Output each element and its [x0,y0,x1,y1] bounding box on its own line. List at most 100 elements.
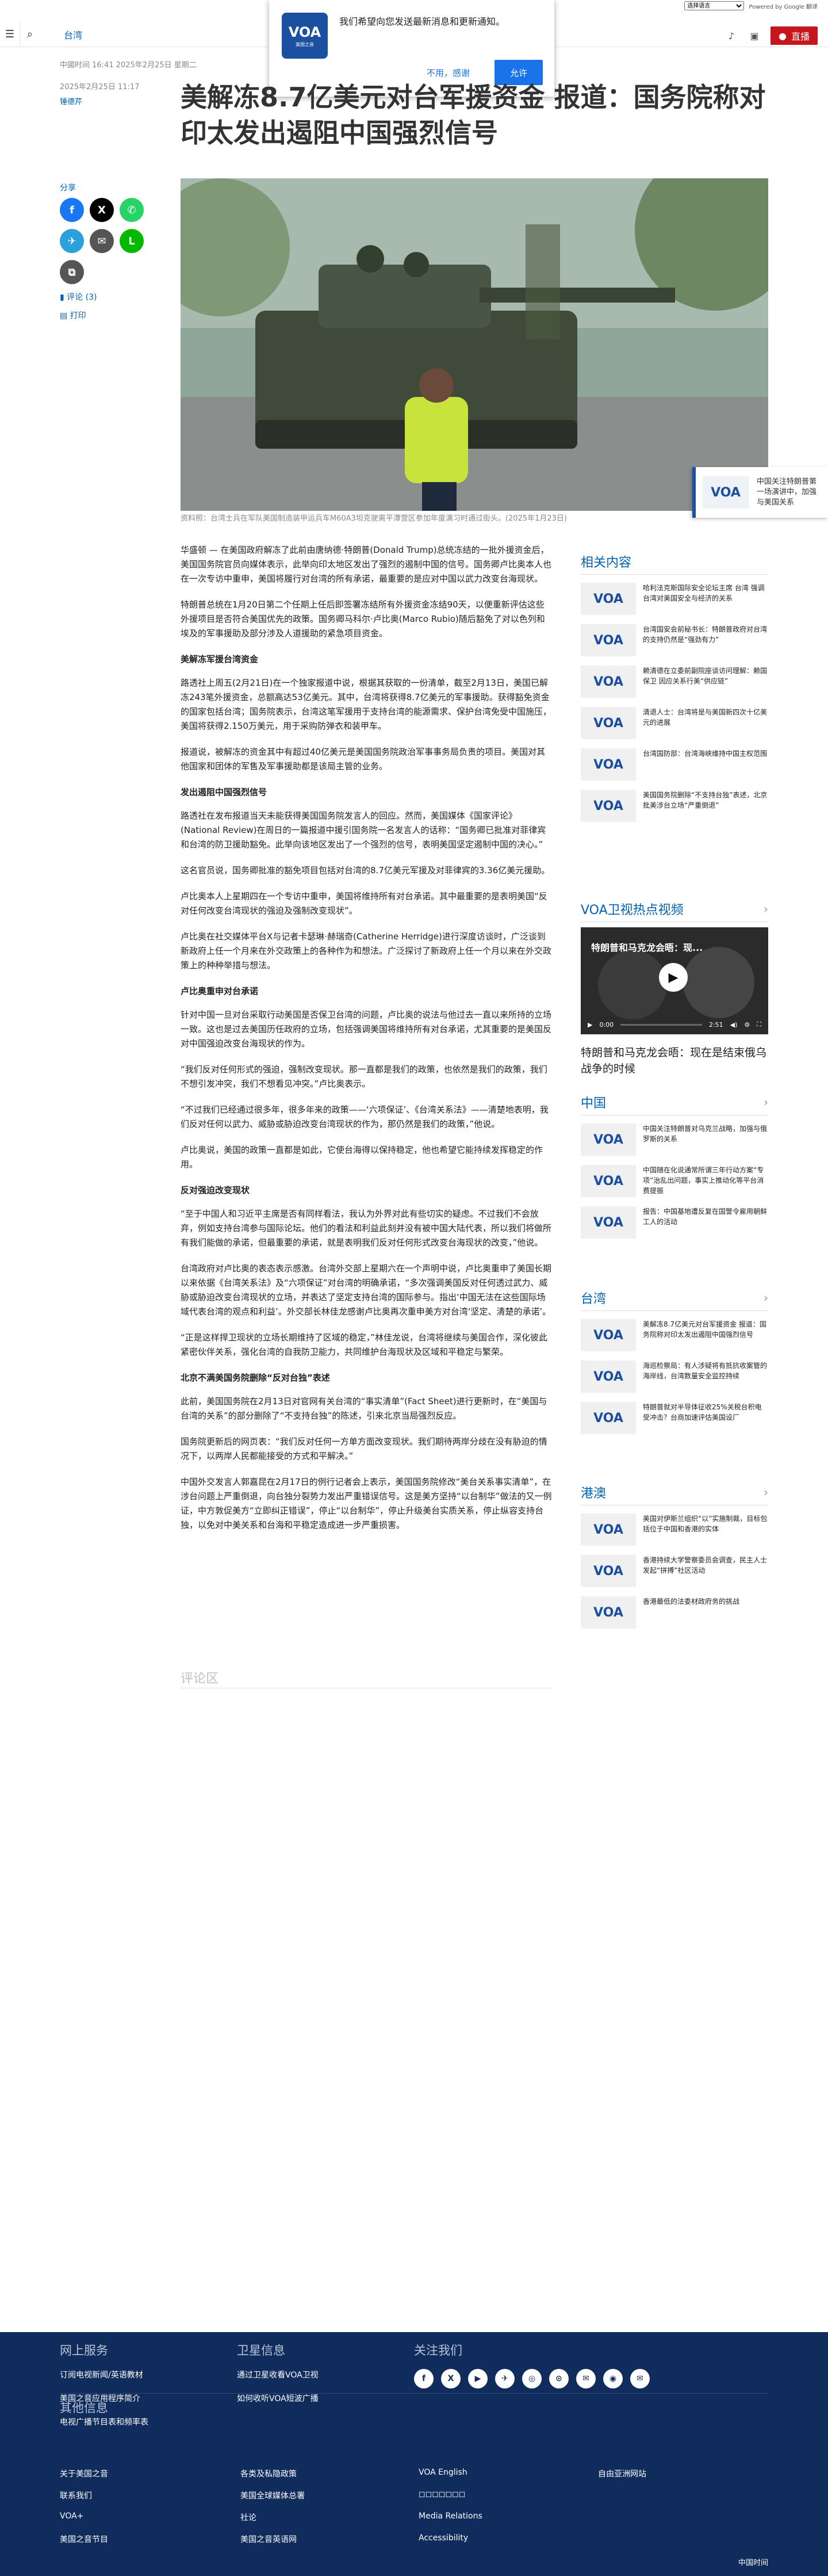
seek-bar[interactable] [620,1023,702,1026]
rss-icon[interactable]: ◉ [603,2369,623,2388]
chevron-right-icon: › [764,902,768,916]
list-item-title: 美解冻8.7亿美元对台军援资金 报道：国务院称对印太发出遏阻中国强烈信号 [643,1320,766,1339]
list-item[interactable]: VOA 香港最低的法委材政府务的挑战 [581,1596,768,1629]
footer-link[interactable]: 社论 [240,2512,256,2523]
newsletter-icon[interactable]: ✉ [630,2369,650,2388]
list-item-title: 美国对伊斯兰组织“以”实施制裁，目标包括位于中国和香港的实体 [643,1515,768,1533]
live-button[interactable]: ● 直播 [770,26,818,45]
list-item[interactable]: VOA 清退人士：台湾将是与美国新四次十亿美元的进展 [581,707,768,739]
list-item[interactable]: VOA 美国国务院删除“不支持台独”表述，北京批美涉台立场“严重倒退” [581,790,768,822]
article-paragraph: “我们反对任何形式的强迫，强制改变现状。那一直都是我们的政策，也依然是我们的政策… [181,1064,547,1089]
list-item[interactable]: VOA 美国对伊斯兰组织“以”实施制裁，目标包括位于中国和香港的实体 [581,1514,768,1546]
list-item[interactable]: VOA 台湾国防部：台湾海峡维持中国主权范围 [581,748,768,781]
list-item[interactable]: VOA 报告：中国基地遭反复在国警令雇用朝鲜工人的活动 [581,1206,768,1239]
footer-link[interactable]: VOA+ [60,2512,83,2521]
article-paragraph: 特朗普总统在1月20日第二个任期上任后即签署冻结所有外援资金冻结90天，以便重新… [181,599,545,639]
hongkong-heading[interactable]: 港澳 › [581,1483,768,1505]
footer-link[interactable]: ◻◻◻◻◻◻◻ [419,2490,465,2499]
list-item[interactable]: VOA 中国关注特朗普对乌克兰战略，加强与俄罗斯的关系 [581,1123,768,1156]
nav-section-taiwan[interactable]: 台湾 [64,28,82,41]
time-current: 0:00 [599,1021,614,1029]
chevron-right-icon: › [764,1291,768,1305]
copy-link-icon[interactable]: ⧉ [60,260,84,284]
list-item-title: 特朗普就对半导体征收25%关税台积电受冲击？台商加速评估美国设厂 [643,1403,762,1421]
footer-link[interactable]: Media Relations [419,2512,482,2521]
footer-link[interactable]: VOA English [419,2468,467,2477]
list-item[interactable]: VOA 哈利法克斯国际安全论坛主席 台湾 强调台湾对美国安全与经济的关系 [581,583,768,615]
instagram-icon[interactable]: ◎ [522,2369,542,2388]
article-subheading: 北京不满美国务院删除“反对台独”表述 [181,1373,330,1383]
article-paragraph: 华盛顿 — 在美国政府解冻了此前由唐纳德·特朗普(Donald Trump)总统… [181,545,552,584]
facebook-share-icon[interactable]: f [60,198,84,222]
volume-icon[interactable]: ◀) [730,1021,738,1029]
footer-link[interactable]: 美国全球媒体总署 [240,2490,305,2501]
promo-card[interactable]: VOA 中国关注特朗普第一场演讲中，加强与美国关系 [692,467,828,518]
list-item[interactable]: VOA 海巡检察局：有人涉疑将有抵抗收案管的海岸线，台湾数量安全监控持续 [581,1360,768,1393]
audio-icon[interactable]: ♪ [724,30,738,41]
email-share-icon[interactable]: ✉ [90,229,114,253]
x-icon[interactable]: X [441,2369,461,2388]
email-icon[interactable]: ✉ [576,2369,596,2388]
footer-heading: 关注我们 [414,2344,462,2357]
article-paragraph: 国务院更新后的网页表：“我们反对任何一方单方面改变现状。我们期待两岸分歧在没有胁… [181,1436,547,1461]
whatsapp-share-icon[interactable]: ✆ [120,198,144,222]
footer-link[interactable]: 美国之音节目 [60,2533,108,2545]
promo-accent-bar [692,467,696,518]
x-share-icon[interactable]: X [90,198,114,222]
voa-logo: VOA [581,1319,636,1351]
tank-photo [181,178,768,511]
list-item[interactable]: VOA 特朗普就对半导体征收25%关税台积电受冲击？台商加速评估美国设厂 [581,1402,768,1434]
article-paragraph: 卢比奥本人上星期四在一个专访中重申，美国将维持所有对台承诺。其中最重要的是表明美… [181,891,547,916]
footer-link[interactable]: 美国之音英语网 [240,2533,297,2545]
footer-link[interactable]: 联系我们 [60,2490,92,2501]
taiwan-heading[interactable]: 台湾 › [581,1289,768,1311]
video-player[interactable]: 特朗普和马克龙会晤：现... ▶ ▶ 0:00 2:51 ◀) ⚙ ⛶ [581,927,768,1034]
footer-link[interactable]: 如何收听VOA短波广播 [237,2392,319,2404]
youtube-icon[interactable]: ▶ [468,2369,488,2388]
share-label: 分享 [60,184,76,193]
article-paragraph: “至于中国人和习近平主席是否有同样看法，我认为外界对此有些切实的疑虑。不过我们不… [181,1209,552,1248]
facebook-icon[interactable]: f [414,2369,434,2388]
video-heading[interactable]: VOA卫视热点视频 › [581,900,768,922]
footer-link[interactable]: 通过卫星收看VOA卫视 [237,2369,319,2380]
comments-link[interactable]: ▮ 评论 (3) [60,291,163,303]
footer-link[interactable]: 各类及私隐政策 [240,2468,297,2479]
print-link[interactable]: ▤ 打印 [60,309,163,321]
list-item[interactable]: VOA 中国随在化说通常所谓三年行动方案“专项”治乱出问题，事实上推动化等平台消费… [581,1165,768,1197]
decline-button[interactable]: 不用，感谢 [427,67,470,79]
voa-logo: VOA [581,1123,636,1156]
footer-link[interactable]: 电视广播节目表和频率表 [60,2416,148,2428]
footer-link[interactable]: 自由亚洲网站 [598,2468,646,2479]
list-item-title: 中国关注特朗普对乌克兰战略，加强与俄罗斯的关系 [643,1125,768,1143]
voa-logo: VOA [581,1165,636,1197]
list-item-title: 美国国务院删除“不支持台独”表述，北京批美涉台立场“严重倒退” [643,791,768,809]
footer-link[interactable]: 订阅电视新闻/英语教材 [60,2369,148,2380]
play-icon[interactable]: ▶ [659,963,688,992]
list-item[interactable]: VOA 美解冻8.7亿美元对台军援资金 报道：国务院称对印太发出遏阻中国强烈信号 [581,1319,768,1351]
voa-logo: VOA [581,1555,636,1587]
search-icon[interactable]: ⌕ [20,28,40,40]
hero-image [181,178,768,511]
menu-icon[interactable]: ☰ [0,28,20,40]
voa-logo: VOA [581,1596,636,1629]
tv-icon[interactable]: ▣ [747,30,761,41]
language-select[interactable]: 选择语言 [684,1,745,10]
author-link[interactable]: 锤德芹 [60,95,82,106]
list-item[interactable]: VOA 香港持续大学警察委员会调查，民主人士发起“拼搏”社区活动 [581,1555,768,1587]
comments-heading: 评论区 [181,1672,219,1686]
article-paragraph: 路透社上周五(2月21日)在一个独家报道中说，根据其获取的一份清单，截至2月13… [181,678,552,731]
list-item[interactable]: VOA 台湾国安会前秘书长：特朗普政府对台湾的支持仍然是“强劲有力” [581,624,768,656]
footer-link[interactable]: 关于美国之音 [60,2468,108,2479]
china-heading[interactable]: 中国 › [581,1093,768,1115]
telegram-share-icon[interactable]: ✈ [60,229,84,253]
footer-link[interactable]: Accessibility [419,2533,468,2543]
list-item[interactable]: VOA 赖清德在立委前副院座谈访问理解：赖国保卫 因应关系行美“供应链” [581,666,768,698]
play-control-icon[interactable]: ▶ [588,1021,592,1029]
fullscreen-icon[interactable]: ⛶ [757,1021,761,1029]
photo-caption: 资料照：台湾士兵在军队美国制造装甲运兵车M60A3坦克驶离平潭营区参加年度演习时… [181,514,567,523]
video-title[interactable]: 特朗普和马克龙会晤：现在是结束俄乌战争的时候 [581,1045,768,1077]
telegram-icon[interactable]: ✈ [495,2369,515,2388]
line-share-icon[interactable]: L [120,229,144,253]
settings-icon[interactable]: ⚙ [744,1021,750,1029]
podcast-icon[interactable]: ⊙ [549,2369,569,2388]
